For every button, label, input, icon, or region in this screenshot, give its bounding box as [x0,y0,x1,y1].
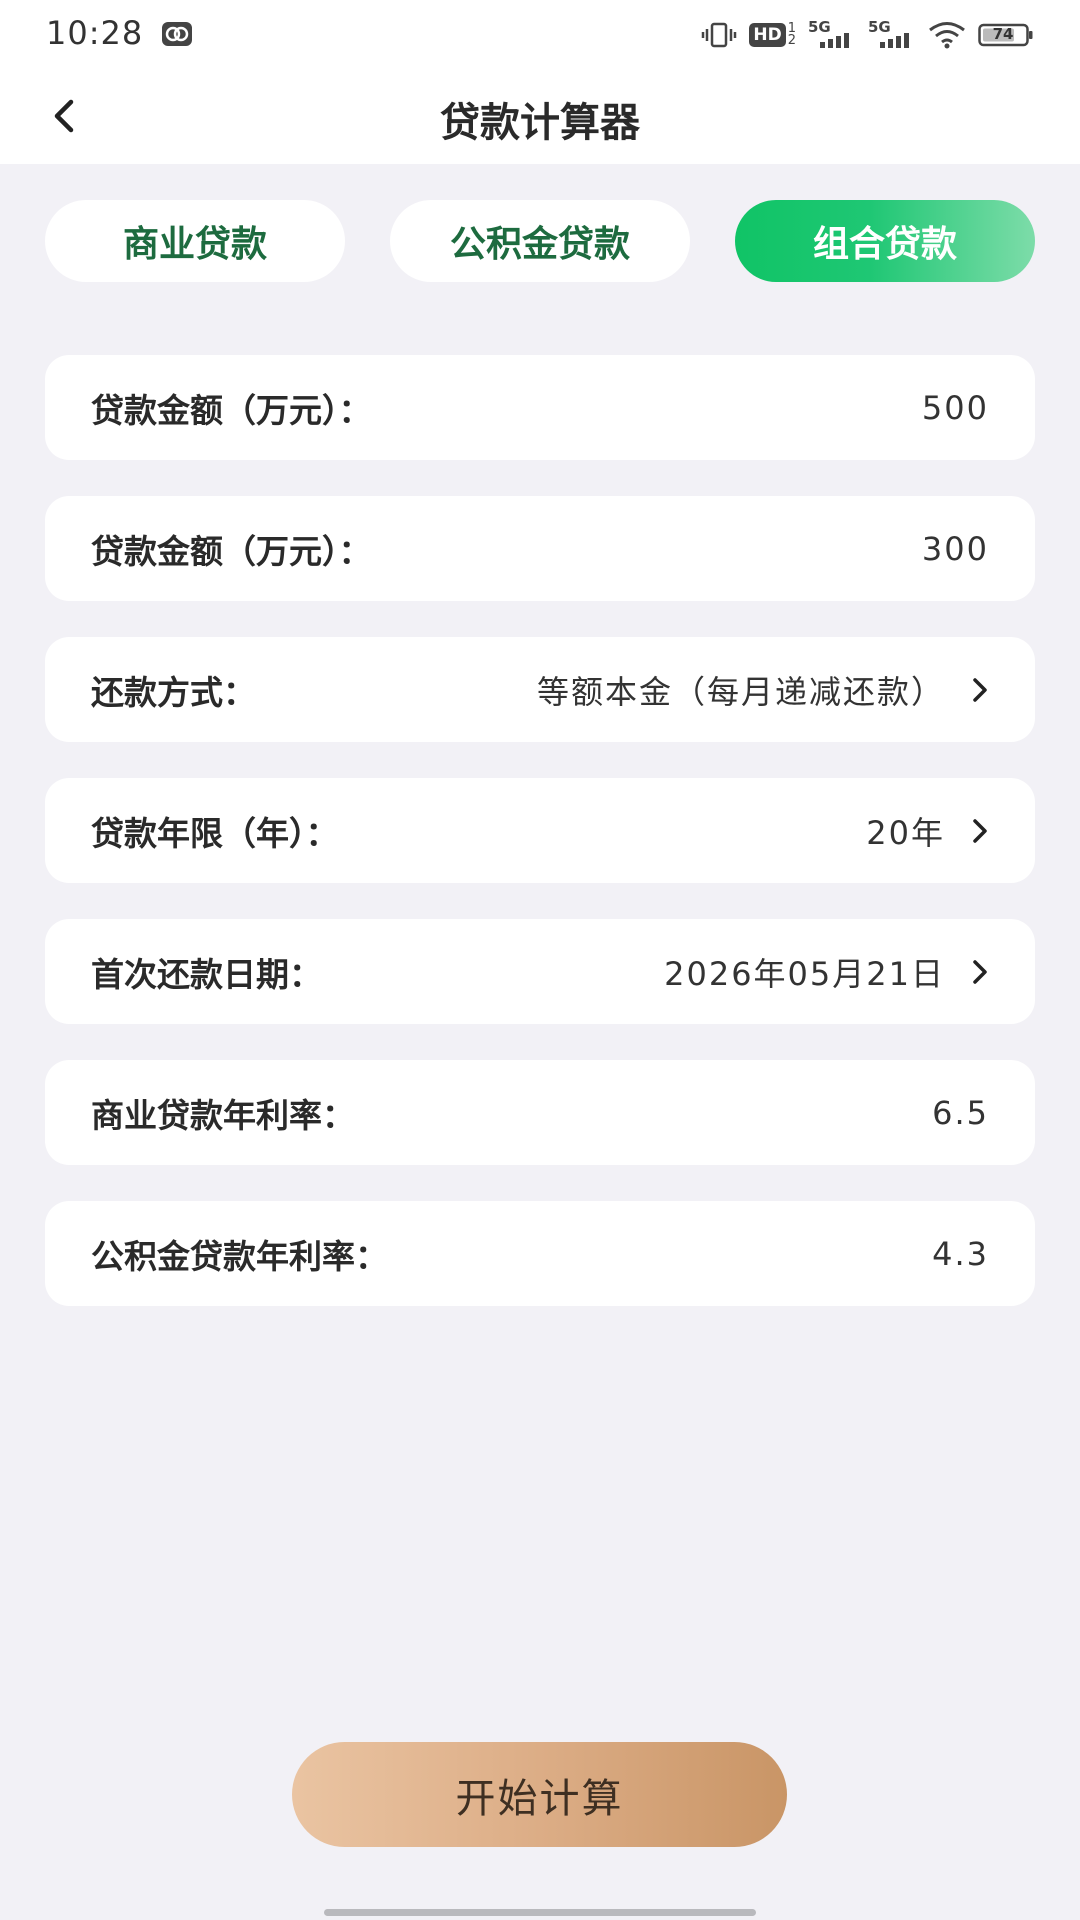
status-bar: 10:28 HD 12 5G 5G 74 [0,0,1080,68]
row-label: 贷款金额（万元）： [91,390,372,430]
status-time: 10:28 [46,14,144,52]
first-repayment-date-value: 2026年05月21日 [664,954,945,993]
signal-icon-1: 5G [808,18,856,50]
app-notification-icon [161,20,193,48]
row-label: 还款方式： [91,672,256,712]
provident-amount-row[interactable]: 贷款金额（万元）： 300 [45,496,1035,601]
status-icons: HD 12 5G 5G 74 [701,18,1034,52]
loan-calculator-screen: 10:28 HD 12 5G 5G 74 贷款计算器 商业贷款 公积金贷款 组合… [0,0,1080,1920]
home-indicator[interactable] [324,1909,756,1916]
loan-type-tabs: 商业贷款 公积金贷款 组合贷款 [45,200,1035,282]
commercial-rate-row[interactable]: 商业贷款年利率： 6.5 [45,1060,1035,1165]
page-title: 贷款计算器 [440,100,640,146]
commercial-amount-input[interactable]: 500 [922,355,989,460]
loan-term-row[interactable]: 贷款年限（年）： 20年 [45,778,1035,883]
provident-rate-row[interactable]: 公积金贷款年利率： 4.3 [45,1201,1035,1306]
repayment-method-value: 等额本金（每月递减还款） [536,672,945,711]
vibrate-icon [701,21,737,49]
signal-icon-2: 5G [868,18,916,50]
provident-rate-input[interactable]: 4.3 [932,1201,989,1306]
first-repayment-date-row[interactable]: 首次还款日期： 2026年05月21日 [45,919,1035,1024]
tab-provident-fund-loan[interactable]: 公积金贷款 [390,200,690,282]
row-label: 贷款金额（万元）： [91,531,372,571]
hd-label: HD [749,23,786,47]
chevron-right-icon [973,819,987,843]
provident-amount-input[interactable]: 300 [922,496,989,601]
loan-term-value: 20年 [866,813,945,852]
row-label: 公积金贷款年利率： [91,1236,388,1276]
tab-commercial-loan[interactable]: 商业贷款 [45,200,345,282]
row-label: 贷款年限（年）： [91,813,339,853]
row-label: 商业贷款年利率： [91,1095,355,1135]
wifi-icon [928,21,966,49]
chevron-right-icon [973,960,987,984]
navigation-bar: 贷款计算器 [0,68,1080,164]
battery-level: 74 [992,25,1014,43]
loan-form: 贷款金额（万元）： 500 贷款金额（万元）： 300 还款方式： 等额本金（每… [45,355,1035,1342]
chevron-right-icon [973,678,987,702]
commercial-amount-row[interactable]: 贷款金额（万元）： 500 [45,355,1035,460]
row-label: 首次还款日期： [91,954,322,994]
hd-icon: HD 12 [749,22,796,47]
tab-combined-loan[interactable]: 组合贷款 [735,200,1035,282]
battery-icon: 74 [978,22,1034,48]
commercial-rate-input[interactable]: 6.5 [932,1060,989,1165]
repayment-method-row[interactable]: 还款方式： 等额本金（每月递减还款） [45,637,1035,742]
calculate-button[interactable]: 开始计算 [292,1742,787,1847]
